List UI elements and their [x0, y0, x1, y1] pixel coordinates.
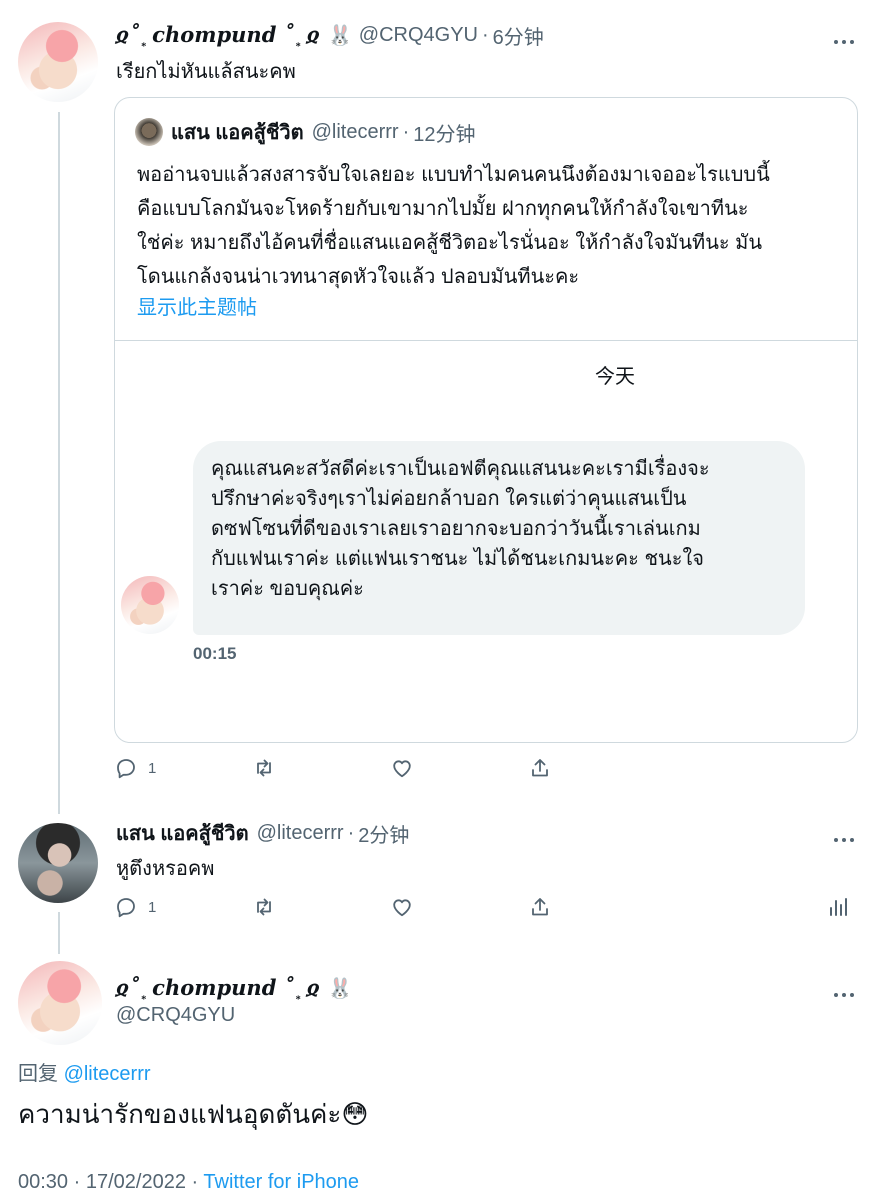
- reply-count: 1: [148, 898, 157, 916]
- more-options-icon[interactable]: [834, 829, 860, 842]
- dm-text-line: ดซฟโซนที่ดีของเราเลยเราอยากจะบอกว่าวันนี…: [211, 518, 701, 540]
- thread-connector: [58, 912, 60, 954]
- share-button[interactable]: [528, 753, 552, 783]
- retweet-button[interactable]: [252, 892, 276, 922]
- display-name[interactable]: ჲ˚ ͙ chompund ˚ ͙ ჲ: [116, 22, 320, 48]
- thread-connector: [58, 112, 60, 814]
- tweet-actions: 1: [114, 753, 854, 783]
- tweet-date[interactable]: 17/02/2022: [86, 1171, 186, 1193]
- separator: ·: [191, 1171, 199, 1193]
- quoted-text-line: โดนแกล้งจนน่าเวทนาสุดหัวใจแล้ว ปลอบมันที…: [137, 266, 580, 288]
- show-thread-link[interactable]: 显示此主题帖: [137, 293, 257, 323]
- tweet-actions: 1: [114, 892, 854, 922]
- display-name[interactable]: แสน แอคสู้ชีวิต: [116, 817, 249, 849]
- reply-context: 回复 @litecerrr: [18, 1057, 151, 1086]
- user-handle[interactable]: @CRQ4GYU: [359, 24, 478, 47]
- quoted-tweet-card[interactable]: แสน แอคสู้ชีวิต @litecerrr · 12分钟 พออ่าน…: [114, 97, 858, 743]
- quoted-tweet-time: 12分钟: [413, 123, 476, 146]
- share-icon: [532, 898, 548, 916]
- more-options-icon[interactable]: [834, 984, 860, 997]
- dm-time: 00:15: [193, 644, 237, 663]
- tweet-time[interactable]: 2分钟: [358, 819, 409, 848]
- reply-count: 1: [148, 759, 157, 777]
- avatar[interactable]: [18, 961, 102, 1045]
- quoted-tweet-text: พออ่านจบแล้วสงสารจับใจเลยอะ แบบทำไมคนคนน…: [137, 158, 847, 294]
- tweet-text: เรียกไม่หันแล้สนะคพ: [116, 61, 296, 83]
- avatar: [121, 576, 179, 634]
- dm-message-bubble: คุณแสนคะสวัสดีค่ะเราเป็นเอฟตีคุณแสนนะคะเ…: [193, 441, 805, 635]
- more-options-icon[interactable]: [834, 31, 860, 44]
- quoted-user-handle: @litecerrr: [311, 120, 399, 143]
- tweet-meta: 00:30 · 17/02/2022 · Twitter for iPhone: [18, 1171, 359, 1194]
- dm-date-label: 今天: [595, 366, 635, 388]
- avatar: [135, 118, 163, 146]
- reply-icon: [117, 898, 135, 918]
- separator: ·: [73, 1171, 81, 1193]
- separator: ·: [482, 23, 489, 46]
- quoted-text-line: พออ่านจบแล้วสงสารจับใจเลยอะ แบบทำไมคนคนน…: [137, 164, 770, 186]
- retweet-icon: [257, 898, 271, 916]
- dm-text-line: กับแฟนเราค่ะ แต่แฟนเราชนะ ไม่ได้ชนะเกมนะ…: [211, 548, 704, 570]
- separator: ·: [347, 821, 355, 844]
- tweet-header: ჲ˚ ͙ chompund ˚ ͙ ჲ 🐰 @CRQ4GYU · 6分钟: [116, 20, 544, 50]
- avatar[interactable]: [18, 22, 98, 102]
- user-handle[interactable]: @litecerrr: [257, 822, 344, 845]
- retweet-icon: [257, 759, 271, 777]
- heart-icon: [393, 760, 411, 778]
- dm-text-line: ปรึกษาค่ะจริงๆเราไม่ค่อยกล้าบอก ใครแต่ว่…: [211, 488, 687, 510]
- reply-to-handle[interactable]: @litecerrr: [64, 1063, 151, 1085]
- analytics-icon: [830, 898, 847, 916]
- like-button[interactable]: [390, 753, 414, 783]
- quoted-text-line: ใช่ค่ะ หมายถึงไอ้คนที่ชื่อแสนแอคสู้ชีวิต…: [137, 232, 763, 254]
- share-icon: [532, 759, 548, 777]
- tweet-header: ჲ˚ ͙ chompund ˚ ͙ ჲ 🐰: [116, 973, 353, 1003]
- retweet-button[interactable]: [252, 753, 276, 783]
- divider: [115, 340, 857, 341]
- reply-button[interactable]: 1: [114, 753, 156, 783]
- separator: ·: [402, 120, 410, 143]
- dm-text-line: คุณแสนคะสวัสดีค่ะเราเป็นเอฟตีคุณแสนนะคะเ…: [211, 458, 710, 480]
- tweet-time[interactable]: 6分钟: [493, 21, 544, 50]
- quoted-tweet-header: แสน แอคสู้ชีวิต @litecerrr · 12分钟: [171, 116, 476, 148]
- user-handle[interactable]: @CRQ4GYU: [116, 1004, 235, 1027]
- like-button[interactable]: [390, 892, 414, 922]
- heart-icon: [393, 899, 411, 917]
- display-name[interactable]: ჲ˚ ͙ chompund ˚ ͙ ჲ: [116, 975, 320, 1001]
- tweet-text: หูตึงหรอคพ: [116, 858, 215, 880]
- tweet-time[interactable]: 00:30: [18, 1171, 68, 1193]
- rabbit-emoji-icon: 🐰: [327, 24, 353, 47]
- quoted-display-name: แสน แอคสู้ชีวิต: [171, 122, 304, 144]
- quoted-text-line: คือแบบโลกมันจะโหดร้ายกับเขามากไปมั้ย ฝาก…: [137, 198, 749, 220]
- analytics-button[interactable]: [826, 892, 850, 922]
- reply-icon: [117, 759, 135, 779]
- tweet-source[interactable]: Twitter for iPhone: [203, 1171, 359, 1193]
- share-button[interactable]: [528, 892, 552, 922]
- main-tweet-text: ความน่ารักของแฟนอุดตันค่ะ😳: [18, 1099, 369, 1129]
- tweet-header: แสน แอคสู้ชีวิต @litecerrr · 2分钟: [116, 818, 409, 848]
- reply-prefix: 回复: [18, 1063, 58, 1085]
- dm-text-line: เราค่ะ ขอบคุณค่ะ: [211, 578, 364, 600]
- reply-button[interactable]: 1: [114, 892, 156, 922]
- avatar[interactable]: [18, 823, 98, 903]
- rabbit-emoji-icon: 🐰: [327, 977, 353, 1000]
